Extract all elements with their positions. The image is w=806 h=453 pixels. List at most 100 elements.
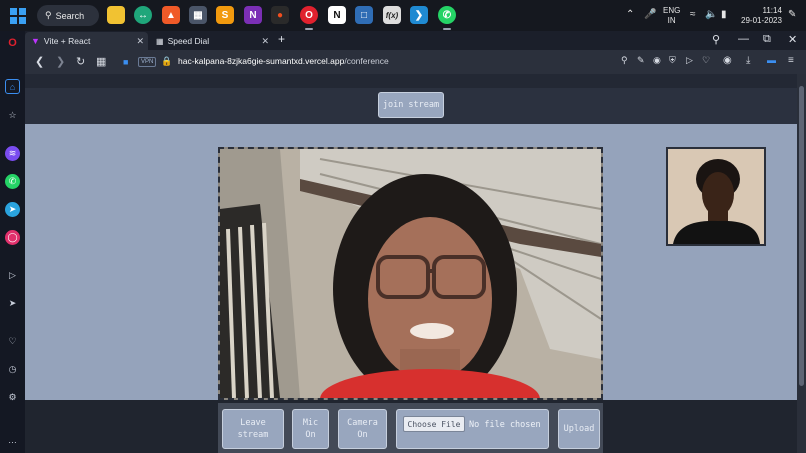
settings-icon[interactable]: ⚙ [5,390,20,405]
browser-sidebar: O ⌂ ☆ ≋ ✆ ➤ ◯ ▷ ➤ ♡ ◷ ⚙ … [0,31,25,453]
onenote-icon[interactable]: N [244,6,262,24]
vpn-badge[interactable]: VPN [138,57,157,67]
camera-icon[interactable]: ■ [123,57,128,67]
search-icon[interactable]: ⚲ [621,55,628,66]
forward-icon[interactable]: ❯ [56,55,65,68]
player-icon[interactable]: ▷ [5,268,20,283]
vscode-icon[interactable]: ❯ [410,6,428,24]
battery-saver-icon[interactable]: ▬ [767,55,776,65]
search-icon: ⚲ [45,10,52,20]
self-video-frame [668,149,764,244]
file-status-text: No file chosen [469,420,541,430]
microphone-icon[interactable]: 🎤 [644,9,656,20]
clock-time: 11:14 [762,6,782,15]
network-icon[interactable]: ↔ [134,6,152,24]
language-indicator[interactable]: ENG IN [663,6,680,26]
url-field[interactable]: hac-kalpana-8zjka6gie-sumantxd.vercel.ap… [178,56,389,66]
windows-taskbar: ⚲ Search ↔ ▲ ▦ S N ● O N □ f(x) ❯ ✆ ⌃ 🎤 … [0,0,806,31]
whatsapp-active-indicator [443,28,451,30]
battery-icon[interactable]: ▮ [721,9,727,20]
home-icon[interactable]: ⌂ [5,79,20,94]
tab-label: Vite + React [43,36,91,46]
sublime-icon[interactable]: S [216,6,234,24]
self-video-stream [666,147,766,246]
region-code: IN [667,16,676,25]
speed-dial-grid-icon[interactable]: ▦ [96,55,106,68]
brave-icon[interactable]: ▲ [162,6,180,24]
page-top-strip [25,74,806,88]
calculator-icon[interactable]: ▦ [189,6,207,24]
reload-icon[interactable]: ↻ [76,55,85,68]
mic-toggle-button[interactable]: Mic On [292,409,329,449]
send-icon[interactable]: ➤ [5,296,20,311]
notion-icon[interactable]: N [328,6,346,24]
taskbar-search-button[interactable]: ⚲ Search [37,5,99,26]
lock-icon[interactable]: 🔒 [161,56,172,67]
leave-stream-label-1: Leave [240,418,266,428]
edit-icon[interactable]: ✎ [637,55,645,66]
easy-setup-icon[interactable]: ≡ [788,55,794,66]
leave-stream-label-2: stream [237,430,269,440]
address-bar: ❮ ❯ ↻ ▦ ■ VPN 🔒 hac-kalpana-8zjka6gie-su… [25,50,806,74]
opera-icon[interactable]: O [300,6,318,24]
close-tab-icon[interactable]: ✕ [261,36,269,47]
heart-icon[interactable]: ♡ [5,334,20,349]
page-scrollbar[interactable] [797,74,806,453]
new-tab-button[interactable]: + [278,32,285,46]
language-code: ENG [663,6,681,15]
tab-speed-dial[interactable]: ▦ Speed Dial ✕ [150,32,273,50]
camera-label-1: Camera [347,418,378,428]
minimize-icon[interactable]: — [738,33,749,45]
more-icon[interactable]: … [5,432,20,447]
tab-strip: ▼ Vite + React ✕ ▦ Speed Dial ✕ + [25,31,806,50]
main-video-frame [220,149,601,398]
opera-logo-icon[interactable]: O [5,35,20,50]
maximize-icon[interactable]: ⧉ [763,33,771,46]
chevron-up-icon[interactable]: ⌃ [626,9,634,20]
volume-icon[interactable]: 🔈 [705,9,717,20]
pinboard-icon[interactable]: ☆ [5,108,20,123]
camera-toggle-button[interactable]: Camera On [338,409,387,449]
main-video-stream [218,147,603,400]
geogebra-icon[interactable]: f(x) [383,6,401,24]
clock-date: 29-01-2023 [741,16,782,25]
url-host: hac-kalpana-8zjka6gie-sumantxd.vercel.ap… [178,56,345,66]
shield-icon[interactable]: ⛨ [669,55,676,66]
send-icon[interactable]: ▷ [686,55,693,66]
telegram-icon[interactable]: ➤ [5,202,20,217]
windows-start-icon[interactable] [10,8,26,24]
join-stream-button[interactable]: join stream [378,92,444,118]
opera-active-indicator [305,28,313,30]
upload-button[interactable]: Upload [558,409,600,449]
tab-search-icon[interactable]: ⚲ [712,33,720,46]
wifi-icon[interactable]: ≈ [690,9,696,20]
snapshot-icon[interactable]: ◉ [653,55,661,66]
avatar-icon[interactable]: ◉ [723,55,732,66]
taskbar-search-label: Search [55,10,85,21]
url-path: /conference [344,56,389,66]
vite-favicon-icon: ▼ [31,36,40,46]
download-icon[interactable]: ⤓ [746,55,750,66]
choose-file-button[interactable]: Choose File [403,416,465,432]
heart-icon[interactable]: ♡ [702,55,710,66]
scrollbar-thumb[interactable] [799,86,804,386]
history-icon[interactable]: ◷ [5,362,20,377]
file-explorer-icon[interactable] [107,6,125,24]
whatsapp-sidebar-icon[interactable]: ✆ [5,174,20,189]
leave-stream-button[interactable]: Leave stream [222,409,284,449]
camera-label-2: On [357,430,368,440]
tab-vite-react[interactable]: ▼ Vite + React ✕ [25,32,148,50]
close-window-icon[interactable]: ✕ [788,33,797,46]
figma-icon[interactable]: ● [271,6,289,24]
notification-icon[interactable]: ✎ [788,9,796,20]
whatsapp-icon[interactable]: ✆ [438,6,456,24]
messenger-icon[interactable]: ≋ [5,146,20,161]
system-clock[interactable]: 11:14 29-01-2023 [741,6,782,26]
back-icon[interactable]: ❮ [35,55,44,68]
file-input: Choose File No file chosen [396,409,549,449]
virtualbox-icon[interactable]: □ [355,6,373,24]
close-tab-icon[interactable]: ✕ [136,36,144,47]
speed-dial-icon: ▦ [156,36,164,46]
mic-label-2: On [305,430,316,440]
instagram-icon[interactable]: ◯ [5,230,20,245]
